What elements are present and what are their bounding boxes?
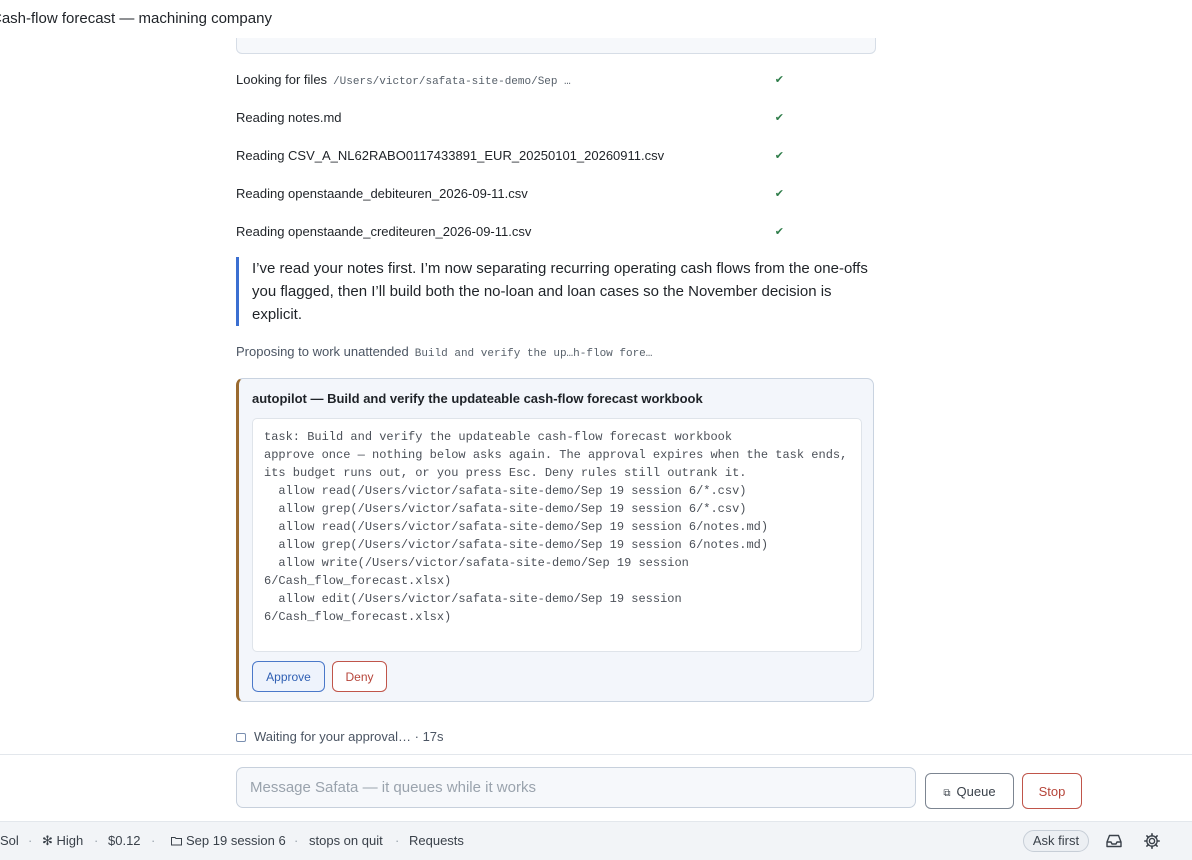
model-selector[interactable]: Sol [0, 833, 19, 848]
step-label: Reading CSV_A_NL62RABO0117433891_EUR_202… [236, 148, 665, 163]
queue-icon: ⧉ [943, 788, 951, 799]
requests-link[interactable]: Requests [409, 833, 464, 848]
permission-mode-toggle[interactable]: Ask first [1023, 830, 1089, 852]
separator: · [294, 833, 299, 848]
check-icon: ✔ [774, 74, 784, 86]
stop-button[interactable]: Stop [1022, 773, 1082, 809]
window-title: Cash-flow forecast — machining company [0, 0, 1192, 38]
inbox-icon[interactable] [1105, 832, 1123, 850]
autopilot-title: autopilot — Build and verify the updatea… [252, 391, 703, 406]
check-icon: ✔ [774, 226, 784, 238]
deny-button[interactable]: Deny [332, 661, 387, 692]
lock-icon [236, 733, 246, 742]
previous-message-card [236, 38, 876, 54]
step-row: Looking for files/Users/victor/safata-si… [236, 69, 792, 91]
step-row: Reading CSV_A_NL62RABO0117433891_EUR_202… [236, 145, 792, 167]
approve-button[interactable]: Approve [252, 661, 325, 692]
proposal-line: Proposing to work unattended Build and ve… [236, 341, 652, 365]
queue-button[interactable]: ⧉ Queue [925, 773, 1014, 809]
proposal-summary: Build and verify the up…h-flow fore… [414, 348, 653, 360]
cost-display: $0.12 [108, 833, 141, 848]
step-row: Reading openstaande_crediteuren_2026-09-… [236, 221, 792, 243]
status-bar: Sol · ✻ High · $0.12 · Sep 19 session 6 … [0, 821, 1192, 860]
folder-selector[interactable]: Sep 19 session 6 [171, 833, 286, 848]
step-path: /Users/victor/safata-site-demo/Sep … [333, 76, 571, 88]
window-title-text: Cash-flow forecast — machining company [0, 10, 272, 27]
folder-icon [171, 837, 182, 846]
waiting-status: Waiting for your approval… · 17s [236, 726, 444, 748]
separator: · [395, 833, 400, 848]
autopilot-permissions: task: Build and verify the updateable ca… [252, 418, 862, 652]
step-row: Reading notes.md ✔ [236, 107, 792, 129]
queue-label: Queue [956, 784, 996, 799]
proposal-label: Proposing to work unattended [236, 344, 409, 359]
check-icon: ✔ [774, 188, 784, 200]
effort-selector[interactable]: ✻ High [42, 833, 83, 849]
assistant-message: I’ve read your notes first. I’m now sepa… [236, 257, 882, 326]
conversation-pane[interactable]: Looking for files/Users/victor/safata-si… [0, 38, 1192, 754]
step-label: Reading notes.md [236, 110, 342, 125]
separator: · [94, 833, 99, 848]
step-row: Reading openstaande_debiteuren_2026-09-1… [236, 183, 792, 205]
folder-label: Sep 19 session 6 [186, 833, 286, 848]
composer: ⧉ Queue Stop [0, 755, 1192, 821]
step-label: Reading openstaande_crediteuren_2026-09-… [236, 224, 532, 239]
step-label: Looking for files [236, 72, 328, 87]
gear-icon[interactable] [1143, 832, 1161, 850]
step-label: Reading openstaande_debiteuren_2026-09-1… [236, 186, 528, 201]
separator: · [28, 833, 33, 848]
autopilot-approval-card: autopilot — Build and verify the updatea… [236, 378, 874, 702]
message-input[interactable] [236, 767, 916, 808]
check-icon: ✔ [774, 150, 784, 162]
check-icon: ✔ [774, 112, 784, 124]
waiting-text: Waiting for your approval… · 17s [254, 729, 444, 744]
lifecycle-setting[interactable]: stops on quit [309, 833, 383, 848]
separator: · [151, 833, 156, 848]
